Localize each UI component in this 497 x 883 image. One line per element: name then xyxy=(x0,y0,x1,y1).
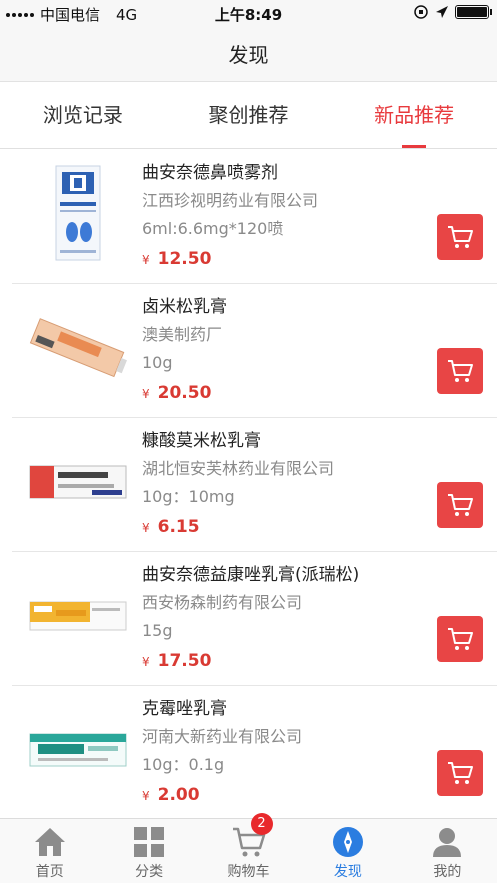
add-to-cart-button[interactable] xyxy=(437,750,483,796)
product-image xyxy=(22,564,134,668)
cart-icon xyxy=(448,360,473,382)
currency-symbol: ¥ xyxy=(142,521,150,535)
tabbar-me[interactable]: 我的 xyxy=(398,819,497,883)
product-info: 卤米松乳膏 澳美制药厂 10g ¥20.50 xyxy=(142,294,432,407)
cream-box-image xyxy=(29,465,127,499)
product-price: ¥17.50 xyxy=(142,648,432,675)
tabbar-home[interactable]: 首页 xyxy=(0,819,99,883)
tabbar-label: 分类 xyxy=(135,864,164,880)
price-value: 20.50 xyxy=(157,383,212,403)
product-price: ¥20.50 xyxy=(142,380,432,407)
price-value: 2.00 xyxy=(157,785,200,805)
add-to-cart-button[interactable] xyxy=(437,482,483,528)
product-name: 曲安奈德鼻喷雾剂 xyxy=(142,163,278,183)
cream-box-image xyxy=(29,733,127,767)
product-maker: 澳美制药厂 xyxy=(142,325,223,344)
bottom-tab-bar: 首页 分类 2 购物车 发现 我的 xyxy=(0,813,497,883)
product-name: 克霉唑乳膏 xyxy=(142,699,227,719)
cart-icon xyxy=(448,494,473,516)
status-bar: 中国电信 4G 上午8:49 xyxy=(0,0,497,28)
cart-icon xyxy=(448,226,473,248)
product-info: 糠酸莫米松乳膏 湖北恒安芙林药业有限公司 10g：10mg ¥6.15 xyxy=(142,428,432,541)
cart-icon xyxy=(448,628,473,650)
cart-badge: 2 xyxy=(250,813,273,835)
tabbar-label: 我的 xyxy=(433,864,462,880)
product-info: 曲安奈德鼻喷雾剂 江西珍视明药业有限公司 6ml:6.6mg*120喷 ¥12.… xyxy=(142,160,432,273)
home-icon xyxy=(34,828,65,856)
tab-new-products[interactable]: 新品推荐 xyxy=(331,83,497,148)
add-to-cart-button[interactable] xyxy=(437,214,483,260)
page-title: 发现 xyxy=(0,28,497,82)
product-item[interactable]: 卤米松乳膏 澳美制药厂 10g ¥20.50 xyxy=(12,284,497,418)
battery-icon xyxy=(455,5,492,19)
tabbar-label: 首页 xyxy=(35,864,64,880)
product-spec: 10g：0.1g xyxy=(142,755,225,774)
product-list: 曲安奈德鼻喷雾剂 江西珍视明药业有限公司 6ml:6.6mg*120喷 ¥12.… xyxy=(0,150,497,818)
product-price: ¥2.00 xyxy=(142,782,432,809)
tabbar-discover[interactable]: 发现 xyxy=(298,819,397,883)
cream-box-image xyxy=(29,601,127,631)
tab-bar: 浏览记录 聚创推荐 新品推荐 xyxy=(0,83,497,149)
product-spec: 15g xyxy=(142,621,173,640)
nasal-spray-box-image xyxy=(55,165,101,261)
product-spec: 10g xyxy=(142,353,173,372)
product-info: 克霉唑乳膏 河南大新药业有限公司 10g：0.1g ¥2.00 xyxy=(142,696,432,809)
product-item[interactable]: 曲安奈德益康唑乳膏(派瑞松) 西安杨森制药有限公司 15g ¥17.50 xyxy=(12,552,497,686)
product-item[interactable]: 克霉唑乳膏 河南大新药业有限公司 10g：0.1g ¥2.00 xyxy=(12,686,497,818)
tab-browse-history[interactable]: 浏览记录 xyxy=(0,83,166,148)
product-maker: 河南大新药业有限公司 xyxy=(142,727,303,746)
currency-symbol: ¥ xyxy=(142,387,150,401)
cart-icon xyxy=(448,762,473,784)
tabbar-category[interactable]: 分类 xyxy=(99,819,198,883)
compass-icon xyxy=(332,827,363,857)
location-icon xyxy=(436,6,448,18)
product-price: ¥12.50 xyxy=(142,246,432,273)
tabbar-label: 发现 xyxy=(333,864,362,880)
rotation-lock-icon xyxy=(414,5,428,19)
product-price: ¥6.15 xyxy=(142,514,432,541)
status-right xyxy=(413,4,492,20)
currency-symbol: ¥ xyxy=(142,655,150,669)
product-spec: 10g：10mg xyxy=(142,487,235,506)
user-icon xyxy=(433,828,462,857)
product-item[interactable]: 糠酸莫米松乳膏 湖北恒安芙林药业有限公司 10g：10mg ¥6.15 xyxy=(12,418,497,552)
product-item[interactable]: 曲安奈德鼻喷雾剂 江西珍视明药业有限公司 6ml:6.6mg*120喷 ¥12.… xyxy=(12,150,497,284)
product-info: 曲安奈德益康唑乳膏(派瑞松) 西安杨森制药有限公司 15g ¥17.50 xyxy=(142,562,432,675)
tabbar-cart[interactable]: 2 购物车 xyxy=(199,813,298,883)
ointment-tube-image xyxy=(29,318,127,378)
tabbar-label: 购物车 xyxy=(227,864,270,880)
price-value: 12.50 xyxy=(157,249,212,269)
add-to-cart-button[interactable] xyxy=(437,348,483,394)
product-name: 糠酸莫米松乳膏 xyxy=(142,431,261,451)
grid-icon xyxy=(134,827,165,857)
product-maker: 湖北恒安芙林药业有限公司 xyxy=(142,459,335,478)
tab-juchuang-recommend[interactable]: 聚创推荐 xyxy=(166,83,332,148)
product-maker: 西安杨森制药有限公司 xyxy=(142,593,303,612)
product-image xyxy=(22,296,134,400)
price-value: 6.15 xyxy=(157,517,200,537)
currency-symbol: ¥ xyxy=(142,789,150,803)
price-value: 17.50 xyxy=(157,651,212,671)
product-image xyxy=(22,162,134,266)
product-image xyxy=(22,698,134,802)
product-image xyxy=(22,430,134,534)
product-name: 卤米松乳膏 xyxy=(142,297,227,317)
add-to-cart-button[interactable] xyxy=(437,616,483,662)
currency-symbol: ¥ xyxy=(142,253,150,267)
product-spec: 6ml:6.6mg*120喷 xyxy=(142,219,284,238)
product-name: 曲安奈德益康唑乳膏(派瑞松) xyxy=(142,565,360,585)
product-maker: 江西珍视明药业有限公司 xyxy=(142,191,319,210)
